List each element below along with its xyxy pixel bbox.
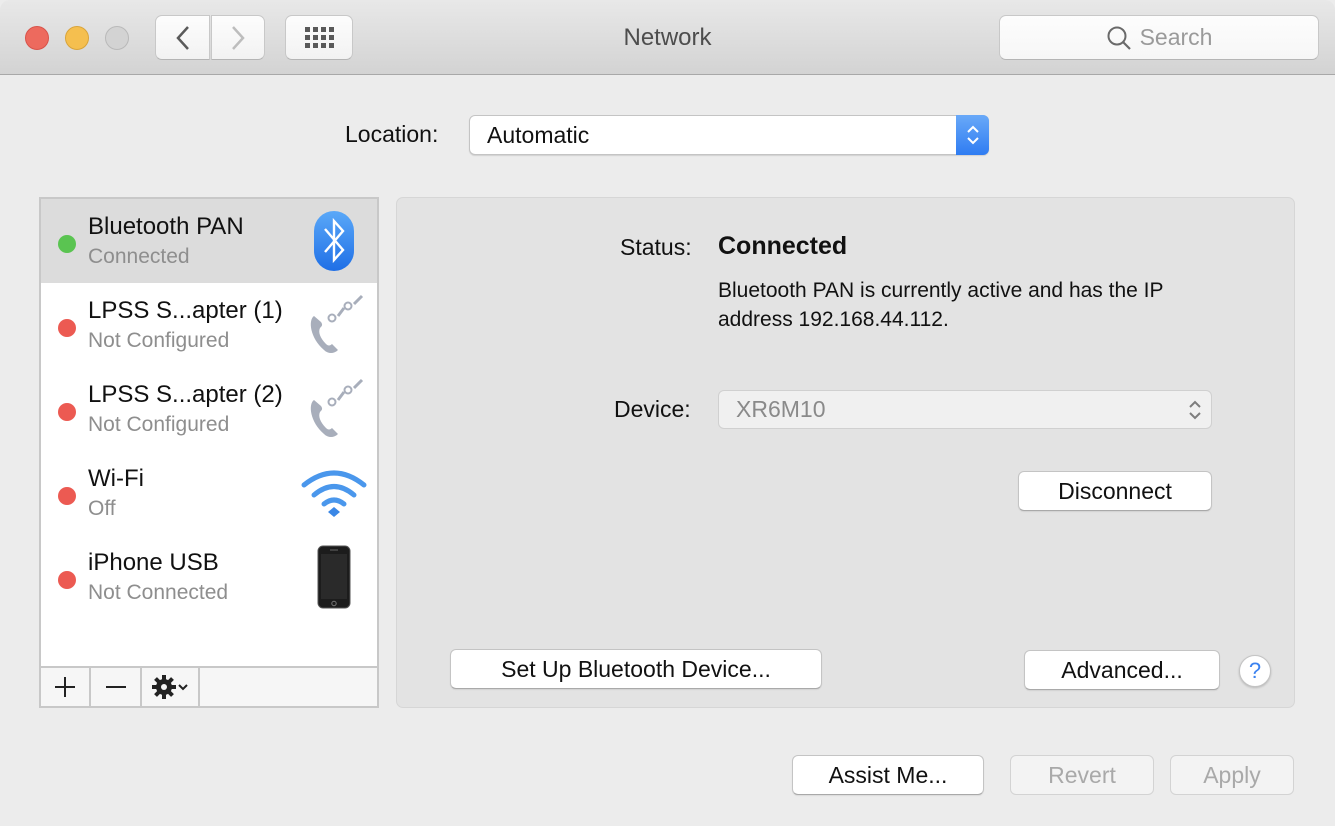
- title-bar: Network Search: [0, 0, 1335, 75]
- status-dot-disconnected: [58, 319, 76, 337]
- service-list-toolbar: [41, 666, 377, 706]
- location-label: Location:: [345, 121, 439, 147]
- status-value: Connected: [718, 232, 848, 260]
- device-label: Device:: [614, 396, 691, 422]
- location-stepper[interactable]: [956, 115, 989, 155]
- status-dot-connected: [58, 235, 76, 253]
- plus-icon: [55, 677, 75, 697]
- service-item-wifi[interactable]: Wi-Fi Off: [41, 451, 377, 535]
- disconnect-button[interactable]: Disconnect: [1018, 471, 1212, 511]
- service-item-iphone-usb[interactable]: iPhone USB Not Connected: [41, 535, 377, 619]
- device-select[interactable]: XR6M10: [718, 390, 1212, 429]
- status-dot-disconnected: [58, 571, 76, 589]
- assist-me-button[interactable]: Assist Me...: [792, 755, 984, 795]
- service-status: Off: [88, 497, 116, 520]
- advanced-button[interactable]: Advanced...: [1024, 650, 1220, 690]
- setup-bluetooth-device-button[interactable]: Set Up Bluetooth Device...: [450, 649, 822, 689]
- search-placeholder: Search: [1139, 24, 1213, 50]
- search-field[interactable]: Search: [999, 15, 1319, 60]
- service-name: Wi-Fi: [88, 465, 144, 492]
- status-dot-disconnected: [58, 403, 76, 421]
- service-status: Not Connected: [88, 581, 229, 604]
- detail-panel: [396, 197, 1295, 708]
- magnifier-icon: [1107, 26, 1131, 50]
- status-dot-disconnected: [58, 487, 76, 505]
- service-name: Bluetooth PAN: [88, 213, 244, 240]
- modem-phone-icon: [299, 293, 369, 357]
- help-button[interactable]: ?: [1239, 655, 1271, 687]
- location-value: Automatic: [487, 122, 590, 148]
- bluetooth-icon: [299, 209, 369, 273]
- service-name: LPSS S...apter (1): [88, 297, 283, 324]
- gear-icon: [152, 675, 176, 699]
- status-label: Status:: [620, 234, 692, 260]
- remove-service-button[interactable]: [91, 668, 142, 706]
- location-select[interactable]: Automatic: [469, 115, 989, 155]
- action-menu-button[interactable]: [142, 668, 200, 706]
- status-description: Bluetooth PAN is currently active and ha…: [718, 279, 1164, 331]
- iphone-icon: [299, 545, 369, 609]
- service-list: Bluetooth PAN Connected LPSS S...apter (…: [39, 197, 379, 708]
- chevron-down-icon: [178, 684, 188, 691]
- service-status: Connected: [88, 245, 190, 268]
- service-status: Not Configured: [88, 413, 230, 436]
- service-status: Not Configured: [88, 329, 230, 352]
- service-name: iPhone USB: [88, 549, 219, 576]
- service-name: LPSS S...apter (2): [88, 381, 283, 408]
- revert-button[interactable]: Revert: [1010, 755, 1154, 795]
- service-item-lpss-2[interactable]: LPSS S...apter (2) Not Configured: [41, 367, 377, 451]
- minus-icon: [105, 686, 126, 688]
- modem-phone-icon: [299, 377, 369, 441]
- service-item-bluetooth-pan[interactable]: Bluetooth PAN Connected: [41, 199, 377, 283]
- updown-chevron-icon: [966, 125, 979, 145]
- apply-button[interactable]: Apply: [1170, 755, 1294, 795]
- add-service-button[interactable]: [41, 668, 91, 706]
- wifi-icon: [299, 461, 369, 525]
- updown-chevron-icon: [1189, 400, 1201, 420]
- service-item-lpss-1[interactable]: LPSS S...apter (1) Not Configured: [41, 283, 377, 367]
- device-value: XR6M10: [736, 396, 826, 422]
